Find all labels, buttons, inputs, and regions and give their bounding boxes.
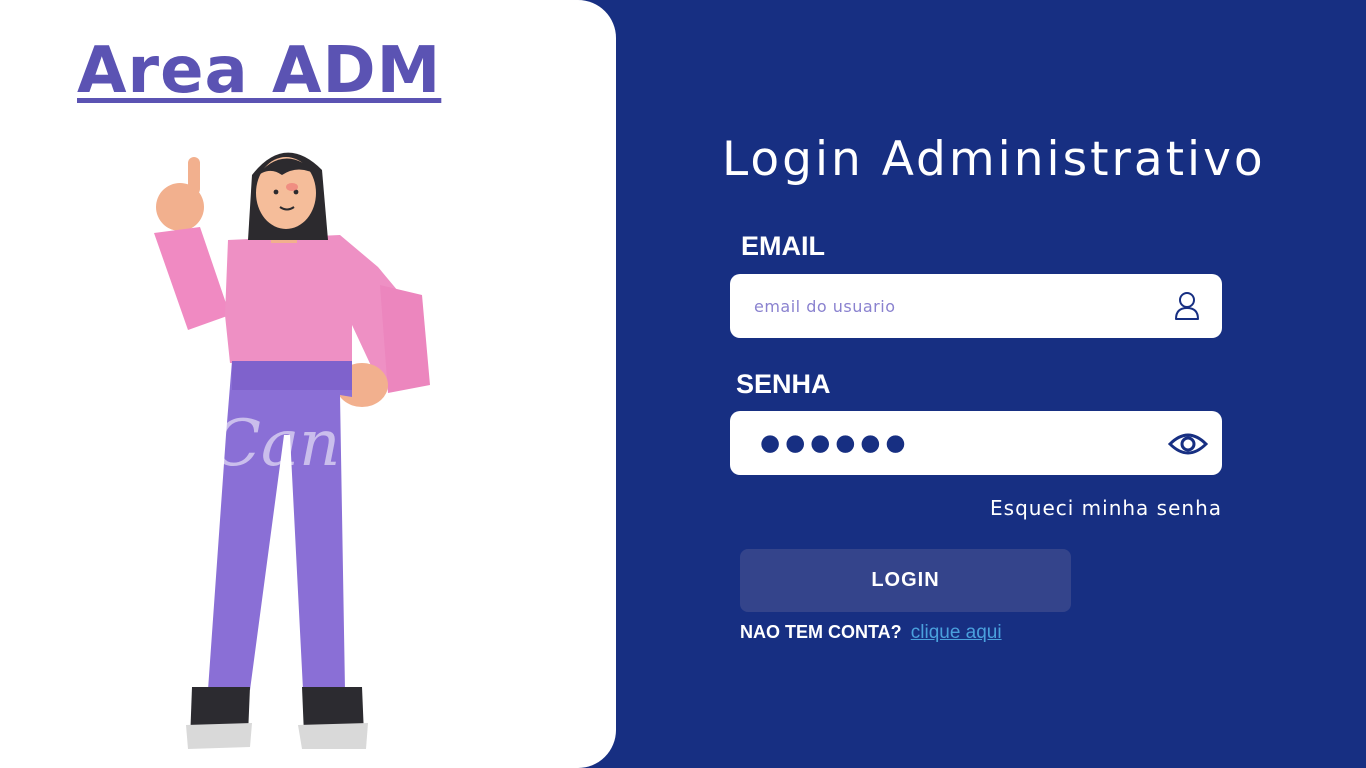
email-field-container (730, 274, 1222, 338)
senha-label: SENHA (736, 369, 831, 399)
signup-link[interactable]: clique aqui (911, 622, 1002, 643)
email-input[interactable] (754, 274, 1164, 338)
eye-icon[interactable] (1168, 431, 1208, 457)
forgot-password-link[interactable]: Esqueci minha senha (990, 496, 1222, 520)
login-button[interactable]: LOGIN (740, 549, 1071, 612)
password-masked-value: ●●●●●● (760, 430, 911, 456)
svg-text:Canva: Canva (212, 407, 415, 481)
user-icon (1175, 292, 1199, 320)
signup-row: NAO TEM CONTA? clique aqui (740, 622, 1002, 644)
login-page: Area ADM Canva Login Administrativo EMAI… (0, 0, 1366, 768)
login-title: Login Administrativo (722, 132, 1266, 187)
senha-field-container[interactable]: ●●●●●● (730, 411, 1222, 475)
email-label: EMAIL (741, 231, 825, 261)
woman-illustration: Canva (154, 152, 430, 749)
area-title: Area ADM (77, 34, 442, 108)
left-panel: Area ADM Canva (0, 0, 616, 768)
no-account-text: NAO TEM CONTA? (740, 622, 902, 642)
